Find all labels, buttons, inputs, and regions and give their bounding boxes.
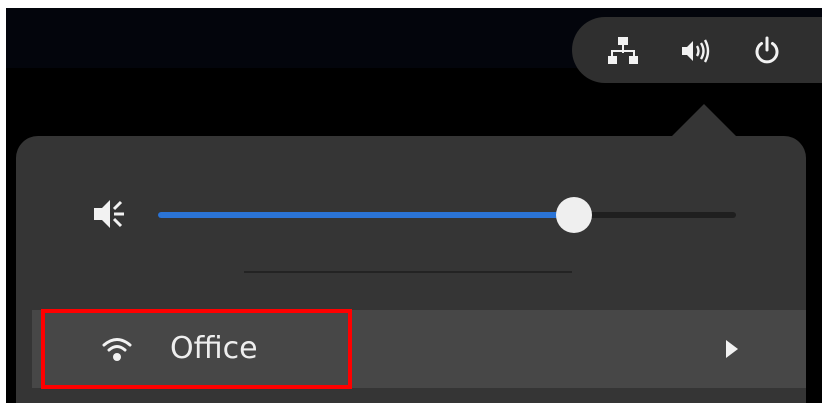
volume-slider[interactable] [158, 197, 736, 233]
power-icon [755, 36, 779, 64]
screen-border-top [0, 0, 822, 8]
speaker-low-icon [94, 200, 124, 228]
triangle-right-icon[interactable] [724, 334, 740, 364]
highlight-annotation [41, 309, 352, 389]
speaker-volume-icon [682, 39, 710, 63]
volume-slider-handle[interactable] [556, 197, 593, 233]
network-wired-icon [608, 37, 638, 64]
system-status-area[interactable] [572, 17, 822, 83]
separator [244, 271, 572, 273]
popover-pointer [670, 104, 738, 138]
volume-slider-fill [158, 212, 575, 218]
